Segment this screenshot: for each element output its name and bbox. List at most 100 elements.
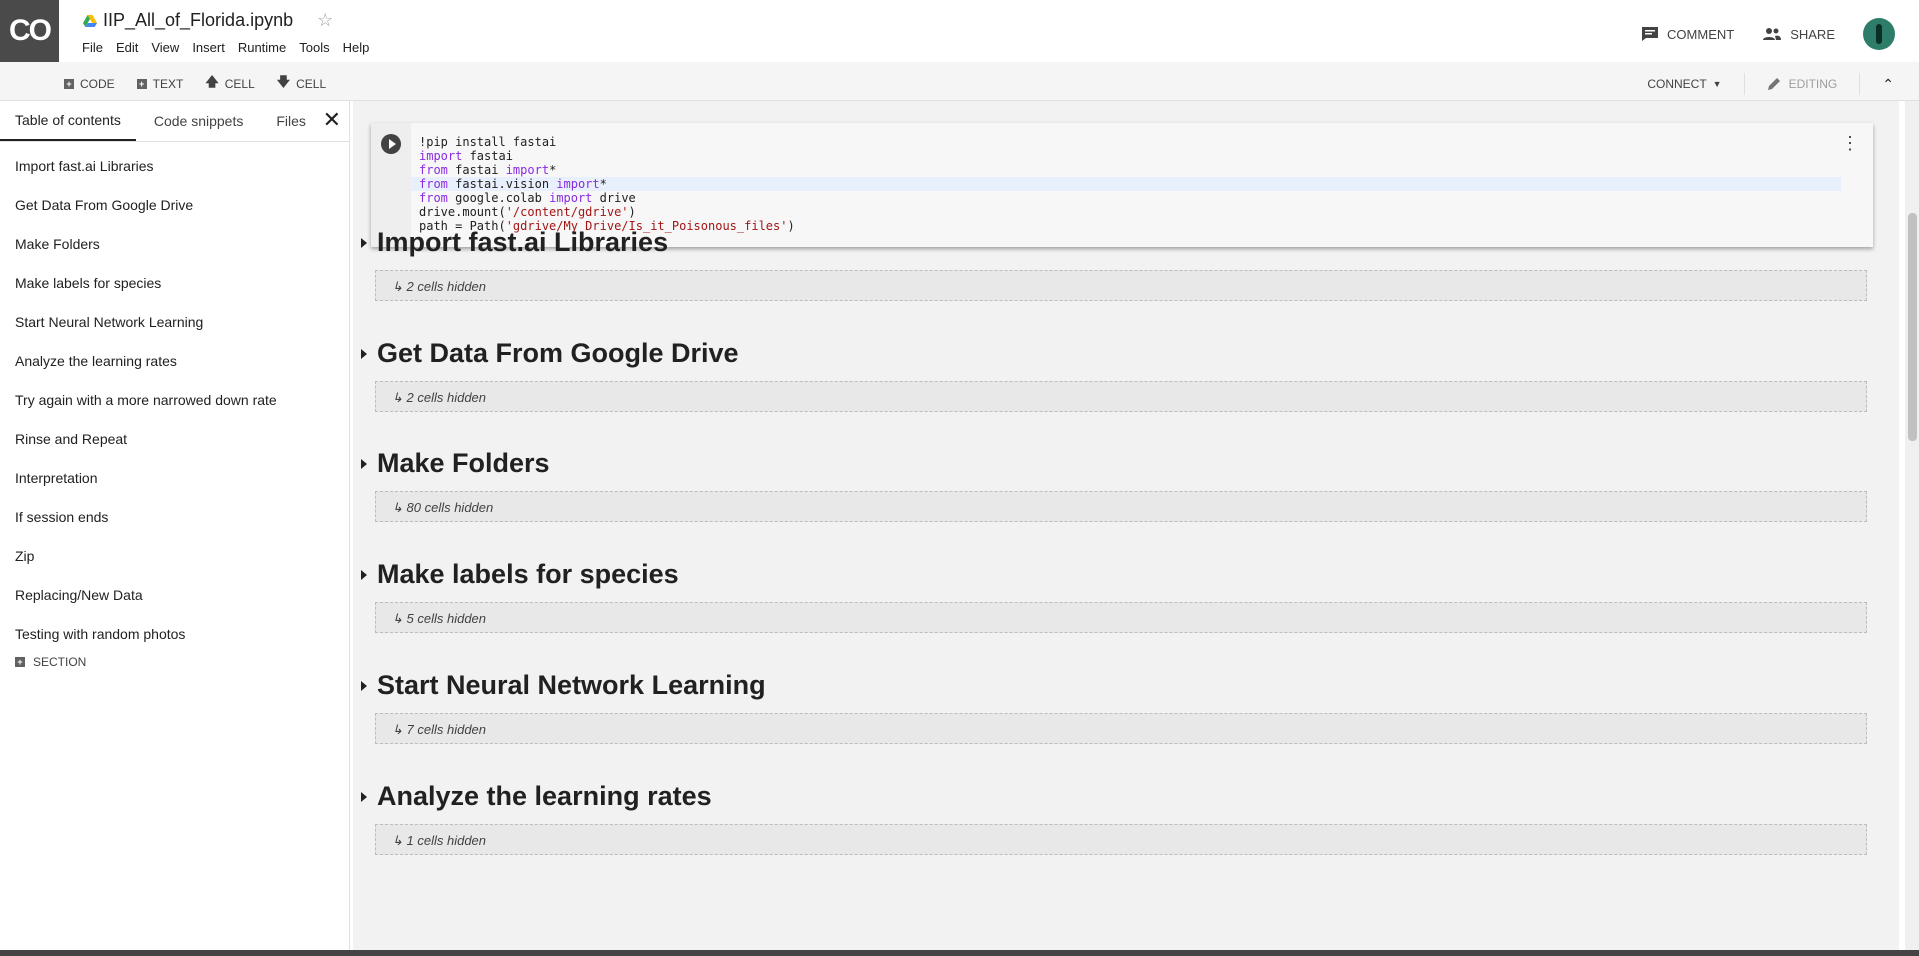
share-button[interactable]: SHARE xyxy=(1762,27,1835,42)
expand-triangle-icon[interactable] xyxy=(361,458,367,469)
code-editor[interactable]: !pip install fastai import fastai from f… xyxy=(419,135,795,233)
toolbar-divider xyxy=(1743,73,1745,95)
scrollbar[interactable] xyxy=(1905,101,1919,956)
toc-item[interactable]: Interpretation xyxy=(0,464,349,503)
expand-triangle-icon[interactable] xyxy=(361,348,367,359)
section-heading: Import fast.ai Libraries xyxy=(377,227,669,257)
section: Make labels for species ↳ 5 cells hidden xyxy=(361,559,1867,633)
menu-view[interactable]: View xyxy=(151,40,185,55)
notebook-title[interactable]: IIP_All_of_Florida.ipynb xyxy=(103,10,293,31)
hidden-cells-text: 1 cells hidden xyxy=(406,833,487,848)
people-icon xyxy=(1763,28,1782,40)
section-heading: Get Data From Google Drive xyxy=(377,338,739,368)
menu-file[interactable]: File xyxy=(82,40,109,55)
section: Start Neural Network Learning ↳ 7 cells … xyxy=(361,670,1867,744)
sidebar-tabs: Table of contents Code snippets Files ✕ xyxy=(0,101,349,142)
arrow-up-icon: 🡅 xyxy=(205,74,219,89)
tab-files[interactable]: Files xyxy=(258,101,321,141)
tab-code-snippets[interactable]: Code snippets xyxy=(136,101,259,141)
code-line: from google.colab import drive xyxy=(419,191,636,205)
chevron-up-icon[interactable]: ⌃ xyxy=(1882,76,1894,93)
add-text-label: TEXT xyxy=(152,77,184,91)
section: Analyze the learning rates ↳ 1 cells hid… xyxy=(361,781,1867,855)
menu-bar: File Edit View Insert Runtime Tools Help xyxy=(82,40,382,55)
connect-button[interactable]: CONNECT ▼ xyxy=(1647,77,1721,91)
hidden-cells-indicator[interactable]: ↳ 1 cells hidden xyxy=(375,824,1867,855)
expand-triangle-icon[interactable] xyxy=(361,791,367,802)
add-code-button[interactable]: + CODE xyxy=(64,73,115,95)
hidden-cells-indicator[interactable]: ↳ 5 cells hidden xyxy=(375,602,1867,633)
avatar[interactable] xyxy=(1863,18,1895,50)
toc-item[interactable]: Zip xyxy=(0,542,349,581)
toc-item[interactable]: Replacing/New Data xyxy=(0,581,349,620)
add-section-label: SECTION xyxy=(33,655,87,669)
menu-help[interactable]: Help xyxy=(343,40,376,55)
section-heading: Make Folders xyxy=(377,448,550,478)
code-line: from fastai import* xyxy=(419,163,557,177)
toc-item[interactable]: Import fast.ai Libraries xyxy=(0,152,349,191)
hidden-cells-text: 2 cells hidden xyxy=(406,390,487,405)
section-heading: Analyze the learning rates xyxy=(377,781,712,811)
editing-mode-button[interactable]: EDITING xyxy=(1767,77,1837,91)
code-line: import fastai xyxy=(419,149,513,163)
expand-triangle-icon[interactable] xyxy=(361,237,367,248)
toc-item[interactable]: Make labels for species xyxy=(0,269,349,308)
add-text-button[interactable]: + TEXT xyxy=(136,73,184,95)
hidden-cells-indicator[interactable]: ↳ 2 cells hidden xyxy=(375,381,1867,412)
toc-item[interactable]: Make Folders xyxy=(0,230,349,269)
close-icon[interactable]: ✕ xyxy=(323,107,341,133)
menu-edit[interactable]: Edit xyxy=(116,40,144,55)
hidden-cells-indicator[interactable]: ↳ 2 cells hidden xyxy=(375,270,1867,301)
menu-tools[interactable]: Tools xyxy=(299,40,335,55)
toolbar-divider xyxy=(1859,73,1861,95)
move-cell-down-button[interactable]: 🡇 CELL xyxy=(277,73,326,95)
move-cell-down-label: CELL xyxy=(296,77,327,91)
toc-item[interactable]: If session ends xyxy=(0,503,349,542)
colab-logo[interactable]: CO xyxy=(0,0,59,62)
toc-item[interactable]: Testing with random photos xyxy=(0,620,349,659)
menu-runtime[interactable]: Runtime xyxy=(238,40,292,55)
table-of-contents: Import fast.ai Libraries Get Data From G… xyxy=(0,142,349,659)
comment-icon xyxy=(1642,27,1659,41)
toc-item[interactable]: Rinse and Repeat xyxy=(0,425,349,464)
hidden-cells-text: 7 cells hidden xyxy=(406,722,487,737)
comment-button[interactable]: COMMENT xyxy=(1641,26,1734,42)
hidden-cells-indicator[interactable]: ↳ 80 cells hidden xyxy=(375,491,1867,522)
menu-insert[interactable]: Insert xyxy=(192,40,231,55)
hidden-cells-text: 80 cells hidden xyxy=(406,500,494,515)
add-section-button[interactable]: + SECTION xyxy=(0,655,349,669)
star-icon[interactable]: ☆ xyxy=(317,10,333,31)
move-cell-up-button[interactable]: 🡅 CELL xyxy=(205,73,254,95)
toc-item[interactable]: Start Neural Network Learning xyxy=(0,308,349,347)
expand-triangle-icon[interactable] xyxy=(361,680,367,691)
toc-item[interactable]: Try again with a more narrowed down rate xyxy=(0,386,349,425)
comment-label: COMMENT xyxy=(1667,26,1735,42)
tab-table-of-contents[interactable]: Table of contents xyxy=(0,101,136,141)
toolbar: + CODE + TEXT 🡅 CELL 🡇 CELL CONNECT ▼ ED… xyxy=(0,62,1919,101)
toc-item[interactable]: Analyze the learning rates xyxy=(0,347,349,386)
section: Import fast.ai Libraries ↳ 2 cells hidde… xyxy=(361,227,1867,301)
section-heading: Make labels for species xyxy=(377,559,679,589)
section: Get Data From Google Drive ↳ 2 cells hid… xyxy=(361,338,1867,412)
bottom-edge xyxy=(0,950,1919,956)
section: Make Folders ↳ 80 cells hidden xyxy=(361,448,1867,522)
header-actions: COMMENT SHARE xyxy=(1641,18,1895,50)
hidden-cells-text: 5 cells hidden xyxy=(406,611,487,626)
connect-label: CONNECT xyxy=(1647,77,1707,91)
plus-icon: + xyxy=(64,79,74,89)
chevron-down-icon: ▼ xyxy=(1712,79,1722,89)
pencil-icon xyxy=(1767,78,1780,90)
move-cell-up-label: CELL xyxy=(224,77,255,91)
share-label: SHARE xyxy=(1790,26,1835,42)
arrow-down-icon: 🡇 xyxy=(276,74,291,89)
toc-item[interactable]: Get Data From Google Drive xyxy=(0,191,349,230)
hidden-cells-indicator[interactable]: ↳ 7 cells hidden xyxy=(375,713,1867,744)
scrollbar-thumb[interactable] xyxy=(1908,213,1917,441)
google-drive-icon xyxy=(83,14,97,27)
run-cell-button[interactable] xyxy=(381,134,401,154)
more-vert-icon[interactable]: ⋮ xyxy=(1841,133,1859,154)
plus-icon: + xyxy=(136,79,147,89)
code-line: !pip install fastai xyxy=(419,135,557,149)
expand-triangle-icon[interactable] xyxy=(361,569,367,580)
toolbar-right: CONNECT ▼ EDITING ⌃ xyxy=(1647,73,1894,95)
